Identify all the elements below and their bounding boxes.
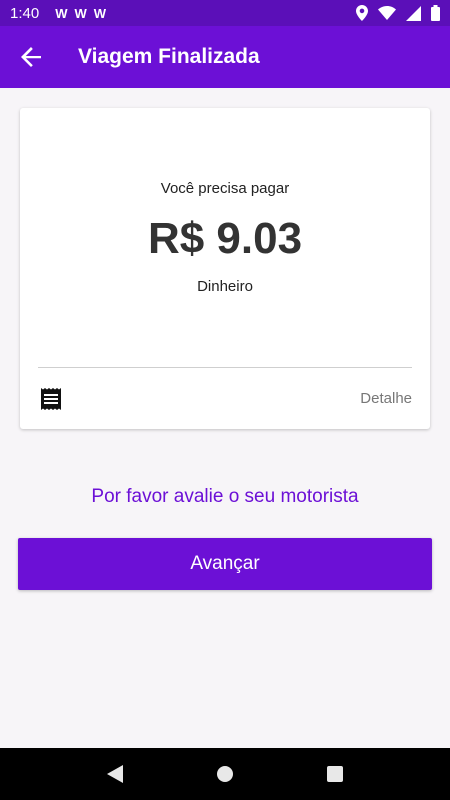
back-triangle-icon (107, 765, 123, 783)
nav-home-button[interactable] (209, 758, 241, 790)
home-circle-icon (217, 766, 233, 782)
next-button[interactable]: Avançar (18, 538, 432, 590)
recents-square-icon (327, 766, 343, 782)
notification-app-icon: W (74, 5, 86, 21)
notification-icons: W W W (55, 5, 106, 21)
system-nav-bar (0, 748, 450, 800)
back-button[interactable] (0, 26, 62, 88)
payment-label: Você precisa pagar (160, 180, 290, 197)
detail-link[interactable]: Detalhe (360, 390, 412, 407)
payment-card: Você precisa pagar R$ 9.03 Dinheiro Deta… (20, 108, 430, 429)
payment-amount: R$ 9.03 (147, 214, 303, 263)
receipt-icon[interactable] (40, 388, 62, 410)
status-time: 1:40 (10, 4, 40, 22)
notification-app-icon: W (93, 5, 106, 21)
nav-back-button[interactable] (99, 758, 131, 790)
status-right (356, 5, 440, 21)
card-divider (38, 367, 412, 368)
location-icon (356, 5, 368, 21)
payment-method: Dinheiro (197, 278, 253, 295)
status-bar: 1:40 W W W (0, 0, 450, 26)
nav-recents-button[interactable] (319, 758, 351, 790)
app-bar: Viagem Finalizada (0, 26, 450, 88)
battery-icon (431, 5, 440, 21)
signal-icon (406, 5, 421, 21)
arrow-back-icon (21, 47, 41, 67)
notification-app-icon: W (55, 5, 67, 21)
rate-driver-link[interactable]: Por favor avalie o seu motorista (0, 486, 450, 508)
status-left: 1:40 W W W (10, 4, 106, 22)
wifi-icon (378, 6, 396, 20)
page-title: Viagem Finalizada (78, 45, 260, 68)
